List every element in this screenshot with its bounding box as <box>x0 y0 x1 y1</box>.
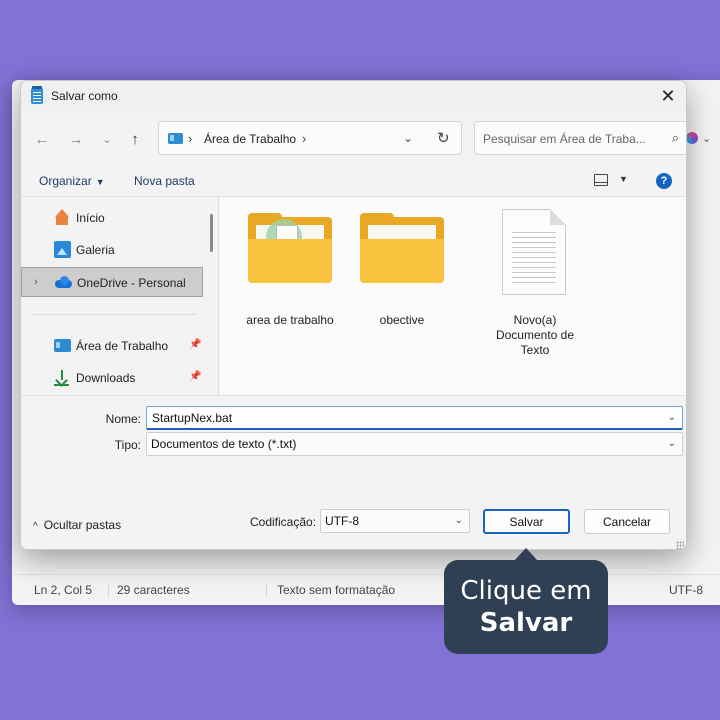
address-bar[interactable]: › Área de Trabalho › ⌄ ↻ <box>158 121 462 155</box>
up-button[interactable]: ↑ <box>125 129 145 149</box>
folder-icon <box>248 213 332 285</box>
download-icon-base <box>54 384 69 386</box>
chevron-right-icon[interactable]: › <box>188 131 192 146</box>
file-name: Novo(a) Documento de Texto <box>495 313 575 357</box>
sidebar-item-onedrive[interactable]: › OneDrive - Personal <box>21 267 203 297</box>
dialog-titlebar[interactable]: Salvar como ✕ <box>21 81 686 111</box>
tipo-label: Tipo: <box>114 438 141 452</box>
instruction-callout: Clique em Salvar <box>444 548 608 654</box>
sidebar-scrollbar[interactable] <box>210 214 213 252</box>
back-button[interactable]: ← <box>32 129 52 149</box>
save-button[interactable]: Salvar <box>483 509 570 534</box>
sidebar-item-inicio[interactable]: Início <box>21 203 205 233</box>
caret-down-icon[interactable]: ▼ <box>619 174 628 184</box>
search-placeholder: Pesquisar em Área de Traba... <box>483 132 646 146</box>
dialog-title: Salvar como <box>51 89 118 103</box>
view-options-icon[interactable] <box>594 174 608 186</box>
sidebar-item-label: Downloads <box>76 371 136 385</box>
sidebar-item-label: OneDrive - Personal <box>77 276 186 290</box>
home-icon <box>54 209 71 226</box>
sidebar-item-label: Área de Trabalho <box>76 339 169 353</box>
search-input[interactable]: Pesquisar em Área de Traba... ⌕ <box>474 121 686 155</box>
notepad-status-bar: Ln 2, Col 5 29 caracteres Texto sem form… <box>12 574 720 604</box>
encoding-value: UTF-8 <box>325 514 359 528</box>
close-button[interactable]: ✕ <box>656 85 680 107</box>
file-name: area de trabalho <box>246 313 334 327</box>
status-char-count: 29 caracteres <box>117 582 190 597</box>
text-document-icon <box>502 209 566 295</box>
folder-icon <box>360 213 444 285</box>
organizar-button[interactable]: Organizar ▼ <box>39 174 105 188</box>
forward-button[interactable]: → <box>66 129 86 149</box>
status-format: Texto sem formatação <box>277 582 396 597</box>
callout-line2: Salvar <box>479 608 573 638</box>
hide-folders-button[interactable]: ^ Ocultar pastas <box>33 518 121 532</box>
caret-down-icon: ▼ <box>95 177 105 187</box>
copilot-icon[interactable] <box>686 132 698 144</box>
address-location[interactable]: Área de Trabalho <box>204 132 296 146</box>
save-as-dialog: Salvar como ✕ ← → ⌄ ↑ › Área de Trabalho… <box>20 80 687 550</box>
chevron-down-icon[interactable]: ⌄ <box>455 515 463 526</box>
chevron-down-icon[interactable]: ⌄ <box>668 438 676 449</box>
file-name: obective <box>379 313 425 327</box>
notepad-icon <box>31 86 43 104</box>
file-type-value: Documentos de texto (*.txt) <box>151 437 297 451</box>
recent-locations-button[interactable]: ⌄ <box>97 129 117 149</box>
sidebar-item-label: Galeria <box>76 243 115 257</box>
desktop-icon <box>168 133 183 144</box>
chevron-right-icon[interactable]: › <box>302 131 306 146</box>
pin-icon: 📌 <box>189 339 202 350</box>
encoding-label: Codificação: <box>250 515 317 529</box>
pin-icon: 📌 <box>189 371 202 382</box>
chevron-down-icon[interactable]: ⌄ <box>668 412 676 423</box>
organizar-label: Organizar <box>39 174 92 188</box>
sidebar-item-area-de-trabalho[interactable]: Área de Trabalho 📌 <box>21 331 205 361</box>
search-icon[interactable]: ⌕ <box>672 130 679 146</box>
hide-folders-label: Ocultar pastas <box>43 518 122 532</box>
sidebar-item-galeria[interactable]: Galeria <box>21 235 205 265</box>
filename-value: StartupNex.bat <box>152 411 233 425</box>
callout-line1: Clique em <box>460 576 592 606</box>
refresh-icon[interactable]: ↻ <box>437 129 450 147</box>
navigation-bar: ← → ⌄ ↑ › Área de Trabalho › ⌄ ↻ Pesquis… <box>21 111 686 165</box>
sidebar-item-downloads[interactable]: Downloads 📌 <box>21 363 205 393</box>
cancel-button[interactable]: Cancelar <box>584 509 670 534</box>
command-bar: Organizar ▼ Nova pasta ▼ ? <box>21 165 686 197</box>
notepad-toolbar-right: ⌄ <box>686 128 720 148</box>
status-encoding: UTF-8 <box>669 582 703 597</box>
resize-grip[interactable] <box>676 541 684 549</box>
chevron-down-icon[interactable]: ⌄ <box>702 132 711 145</box>
sidebar-divider <box>31 314 196 315</box>
status-position: Ln 2, Col 5 <box>34 582 93 597</box>
nova-pasta-button[interactable]: Nova pasta <box>134 174 195 188</box>
desktop-icon <box>54 339 71 352</box>
onedrive-icon <box>55 274 72 291</box>
file-type-select[interactable]: Documentos de texto (*.txt) ⌄ <box>146 432 683 456</box>
sidebar-item-label: Início <box>76 211 105 225</box>
navigation-pane: Início Galeria › OneDrive - Personal Áre… <box>21 197 219 395</box>
filename-input[interactable]: StartupNex.bat ⌄ <box>146 406 683 430</box>
file-list: area de trabalho obective Novo(a) Docume… <box>220 197 686 395</box>
address-dropdown-button[interactable]: ⌄ <box>403 131 413 145</box>
help-icon[interactable]: ? <box>656 173 672 189</box>
encoding-select[interactable]: UTF-8 ⌄ <box>320 509 470 533</box>
chevron-up-icon: ^ <box>33 521 38 532</box>
nome-label: Nome: <box>105 412 141 426</box>
gallery-icon <box>54 241 71 258</box>
dialog-footer: ^ Ocultar pastas Codificação: UTF-8 ⌄ Sal… <box>21 493 686 549</box>
expand-chevron-icon[interactable]: › <box>34 276 38 288</box>
